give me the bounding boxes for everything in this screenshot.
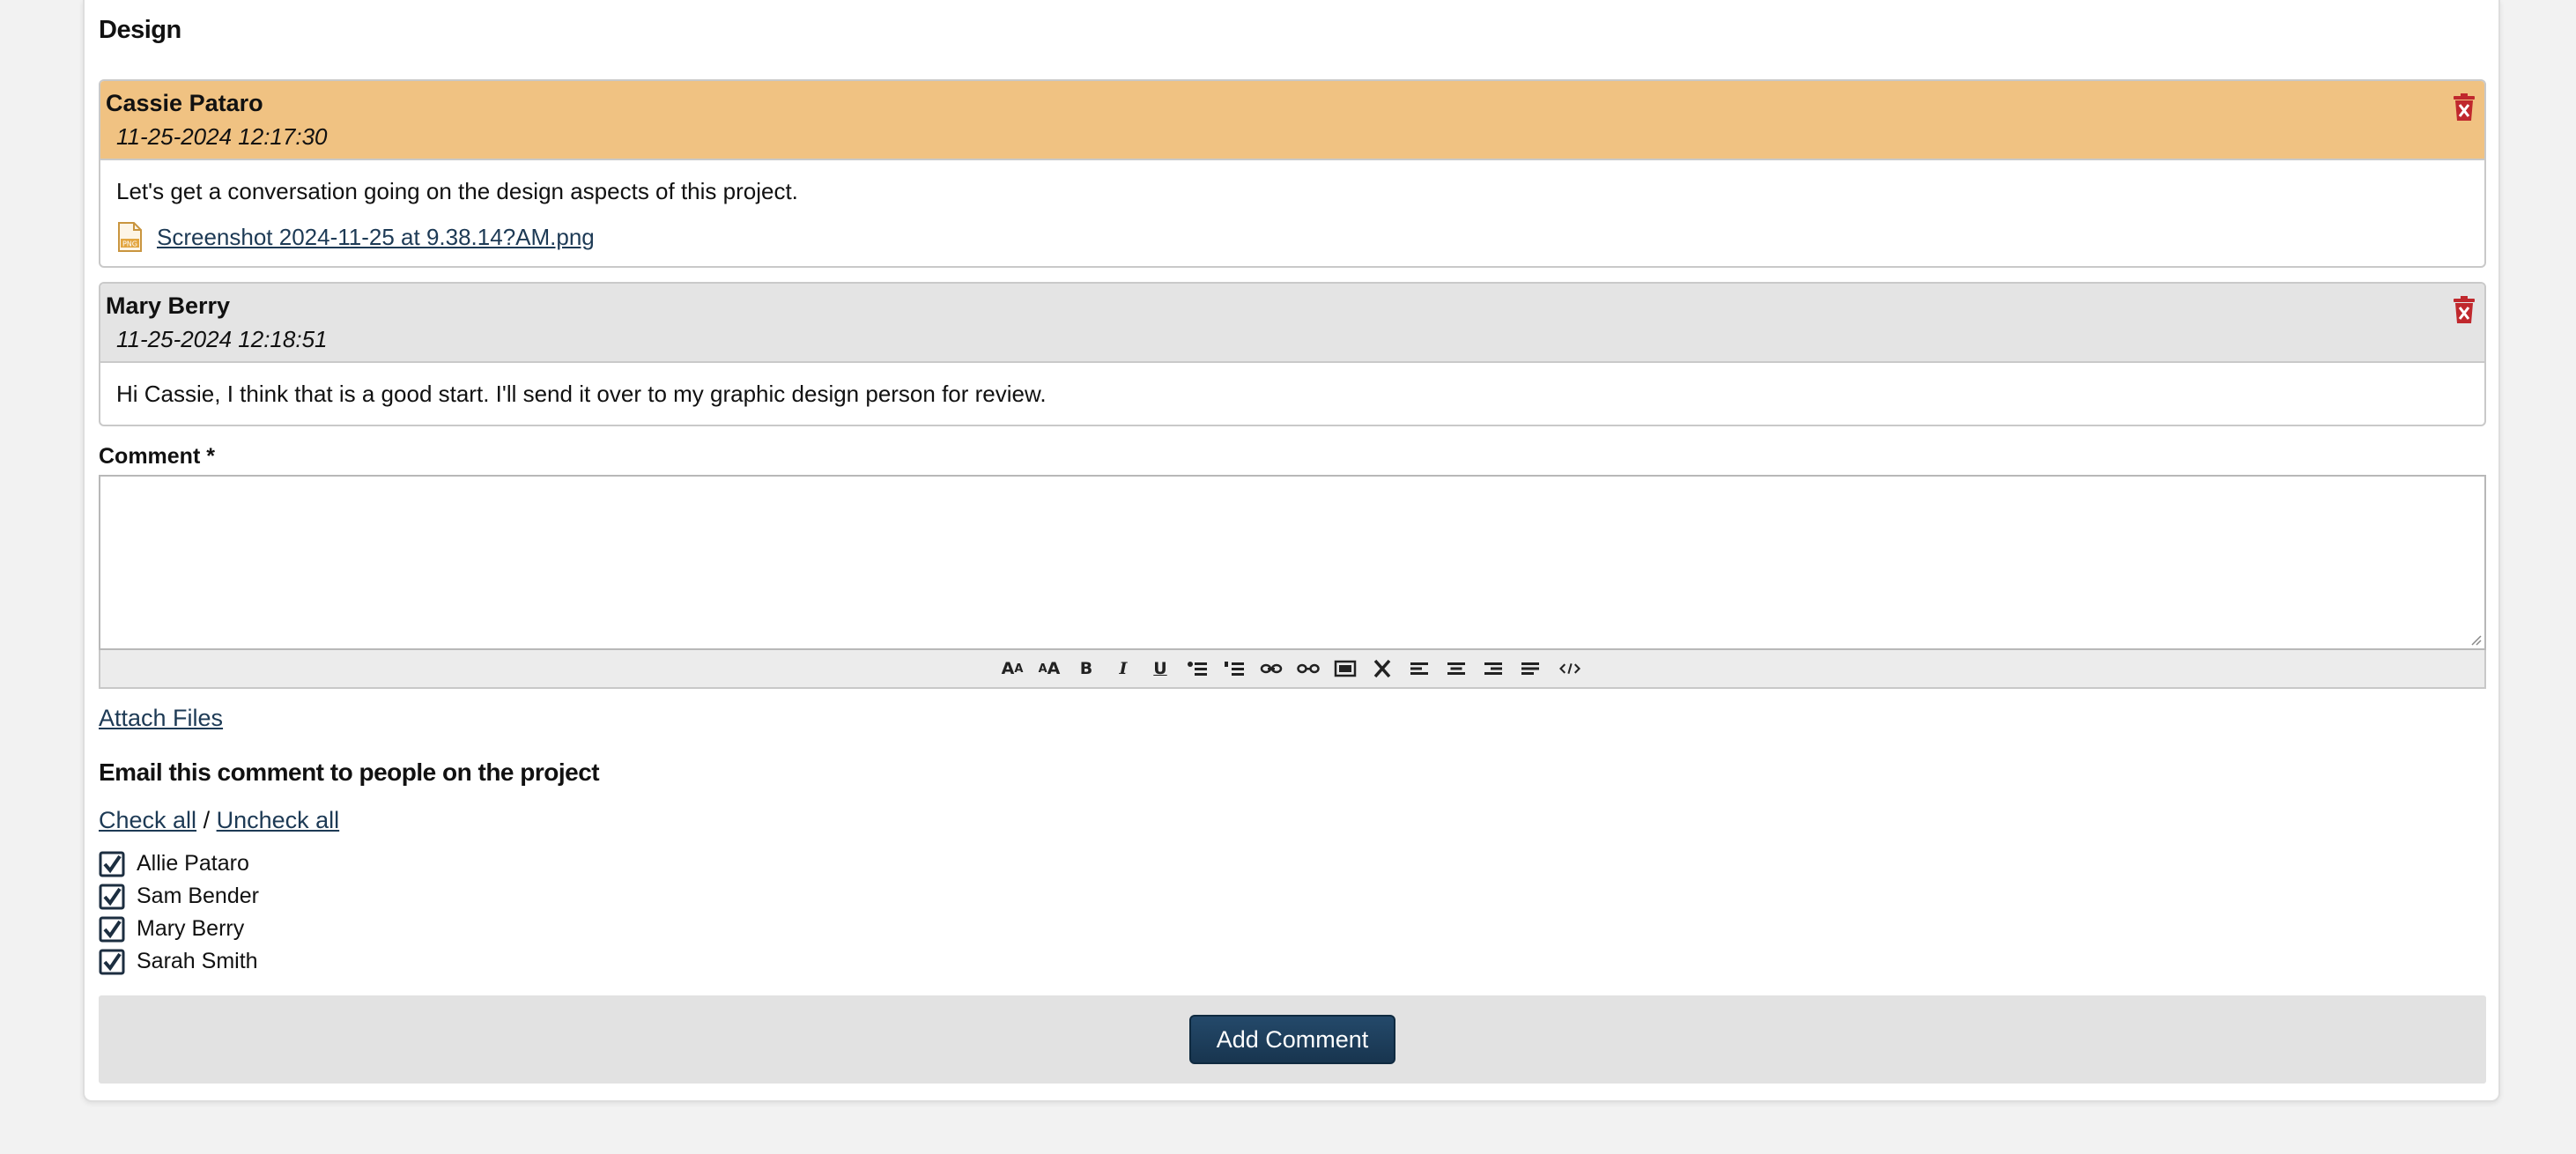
comment-text: Hi Cassie, I think that is a good start.… xyxy=(116,381,1047,407)
comment-label: Comment * xyxy=(99,444,215,469)
add-comment-button[interactable]: Add Comment xyxy=(1189,1015,1395,1064)
italic-icon[interactable]: I xyxy=(1111,656,1136,681)
checkbox-checked-icon[interactable] xyxy=(99,884,125,910)
comment-header: Cassie Pataro 11-25-2024 12:17:30 xyxy=(100,81,2484,160)
align-center-icon[interactable] xyxy=(1444,656,1469,681)
remove-format-icon[interactable] xyxy=(1370,656,1395,681)
recipient-item[interactable]: Allie Pataro xyxy=(99,847,259,880)
underline-icon[interactable]: U xyxy=(1148,656,1173,681)
font-size-increase-icon[interactable]: AA xyxy=(1037,656,1062,681)
attach-files-link[interactable]: Attach Files xyxy=(99,705,223,732)
uncheck-all-link[interactable]: Uncheck all xyxy=(217,807,340,833)
checkbox-checked-icon[interactable] xyxy=(99,851,125,877)
unordered-list-icon[interactable] xyxy=(1185,656,1210,681)
check-all-link[interactable]: Check all xyxy=(99,807,196,833)
link-icon[interactable] xyxy=(1259,656,1284,681)
editor-toolbar: AA AA B I U xyxy=(99,650,2486,689)
comment-date: 11-25-2024 12:18:51 xyxy=(116,326,328,352)
align-right-icon[interactable] xyxy=(1481,656,1506,681)
recipient-item[interactable]: Sarah Smith xyxy=(99,945,259,978)
recipient-item[interactable]: Mary Berry xyxy=(99,913,259,945)
source-code-icon[interactable] xyxy=(1555,656,1585,681)
email-section-title: Email this comment to people on the proj… xyxy=(99,758,600,786)
png-file-icon: PNG xyxy=(118,222,142,252)
recipient-name: Sarah Smith xyxy=(137,949,258,973)
recipient-name: Mary Berry xyxy=(137,916,245,941)
form-actions: Add Comment xyxy=(99,995,2486,1084)
recipient-list: Allie Pataro Sam Bender Mary Berry Sarah… xyxy=(99,847,259,978)
check-links: Check all / Uncheck all xyxy=(99,807,339,834)
checkbox-checked-icon[interactable] xyxy=(99,916,125,943)
section-title: Design xyxy=(99,16,181,44)
comment-author: Mary Berry xyxy=(106,292,231,319)
comment-date: 11-25-2024 12:17:30 xyxy=(116,123,328,150)
ordered-list-icon[interactable] xyxy=(1222,656,1247,681)
comment-body: Let's get a conversation going on the de… xyxy=(100,160,2484,266)
unlink-icon[interactable] xyxy=(1296,656,1321,681)
resize-grip-icon[interactable] xyxy=(2468,632,2482,646)
attachment: PNG Screenshot 2024-11-25 at 9.38.14?AM.… xyxy=(116,222,2469,252)
recipient-name: Sam Bender xyxy=(137,884,259,908)
image-icon[interactable] xyxy=(1333,656,1358,681)
delete-comment-icon[interactable] xyxy=(2453,93,2476,122)
font-size-decrease-icon[interactable]: AA xyxy=(1000,656,1025,681)
recipient-name: Allie Pataro xyxy=(137,851,249,876)
comment-editor[interactable] xyxy=(99,475,2486,650)
check-links-separator: / xyxy=(203,807,211,833)
comment-text: Let's get a conversation going on the de… xyxy=(116,178,798,204)
justify-icon[interactable] xyxy=(1518,656,1543,681)
recipient-item[interactable]: Sam Bender xyxy=(99,880,259,913)
comment-author: Cassie Pataro xyxy=(106,90,263,116)
comment-card: Cassie Pataro 11-25-2024 12:17:30 Let's … xyxy=(99,79,2486,268)
comment-body: Hi Cassie, I think that is a good start.… xyxy=(100,363,2484,425)
checkbox-checked-icon[interactable] xyxy=(99,949,125,975)
bold-icon[interactable]: B xyxy=(1074,656,1099,681)
align-left-icon[interactable] xyxy=(1407,656,1432,681)
svg-text:PNG: PNG xyxy=(122,240,137,248)
delete-comment-icon[interactable] xyxy=(2453,296,2476,324)
project-panel: Design Cassie Pataro 11-25-2024 12:17:30… xyxy=(83,0,2500,1102)
comment-card: Mary Berry 11-25-2024 12:18:51 Hi Cassie… xyxy=(99,282,2486,426)
attachment-link[interactable]: Screenshot 2024-11-25 at 9.38.14?AM.png xyxy=(157,222,595,252)
comment-header: Mary Berry 11-25-2024 12:18:51 xyxy=(100,284,2484,363)
